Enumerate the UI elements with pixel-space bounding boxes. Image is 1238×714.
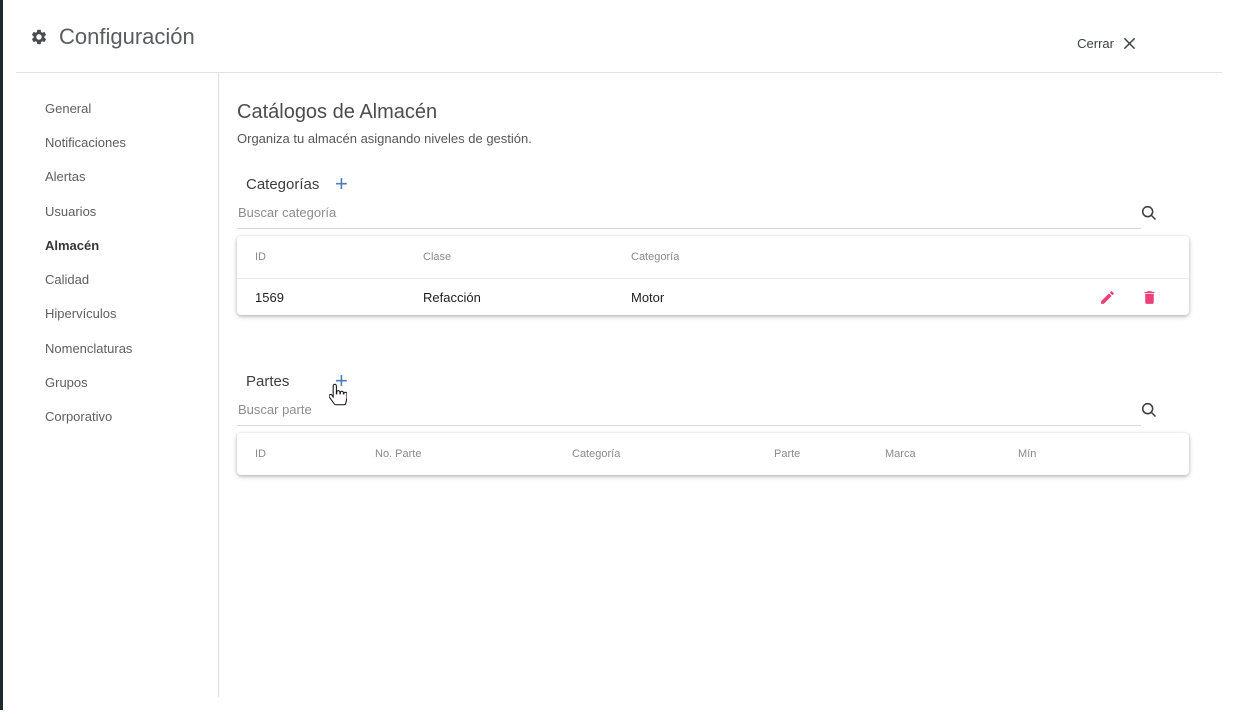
categorias-table: ID Clase Categoría 1569 Refacción Motor [237,236,1189,315]
close-icon [1123,37,1136,50]
partes-table-header: ID No. Parte Categoría Parte Marca Mín [237,433,1189,475]
sidebar-item-almacen[interactable]: Almacén [0,228,218,262]
table-row[interactable]: 1569 Refacción Motor [237,278,1189,315]
search-icon[interactable] [1141,205,1157,221]
section-partes-header: Partes + [237,369,1190,393]
main-content: Catálogos de Almacén Organiza tu almacén… [237,73,1190,475]
delete-icon[interactable] [1141,289,1158,306]
settings-sidebar: General Notificaciones Alertas Usuarios … [0,73,219,697]
col-categoria: Categoría [572,448,774,460]
col-marca: Marca [885,448,1018,460]
sidebar-item-calidad[interactable]: Calidad [0,262,218,296]
col-parte: Parte [774,448,885,460]
app-header: Configuración Cerrar [0,0,1238,73]
add-categoria-button[interactable]: + [335,174,348,194]
sidebar-item-nomenclaturas[interactable]: Nomenclaturas [0,331,218,365]
close-button-label: Cerrar [1077,36,1114,51]
sidebar-item-general[interactable]: General [0,91,218,125]
categoria-search-row [237,202,1190,230]
row-actions [1099,289,1189,306]
col-id: ID [255,448,375,460]
section-partes-title: Partes [246,373,335,390]
parte-search-row [237,399,1190,427]
edit-icon[interactable] [1099,289,1116,306]
parte-search-input[interactable] [237,399,1141,426]
content-subtitle: Organiza tu almacén asignando niveles de… [237,131,1190,146]
sidebar-item-alertas[interactable]: Alertas [0,160,218,194]
header-title-wrap: Configuración [30,24,195,50]
categoria-search-input[interactable] [237,202,1141,229]
sidebar-item-notificaciones[interactable]: Notificaciones [0,125,218,159]
search-icon[interactable] [1141,402,1157,418]
col-id: ID [255,251,423,263]
content-title: Catálogos de Almacén [237,101,1190,124]
partes-table: ID No. Parte Categoría Parte Marca Mín [237,433,1189,475]
col-no-parte: No. Parte [375,448,572,460]
page-title: Configuración [59,24,195,50]
sidebar-item-grupos[interactable]: Grupos [0,365,218,399]
cell-clase: Refacción [423,290,631,305]
categorias-table-header: ID Clase Categoría [237,236,1189,278]
cell-categoria: Motor [631,290,664,305]
cell-id: 1569 [255,290,423,305]
close-button[interactable]: Cerrar [1077,36,1136,51]
gear-icon [30,28,48,46]
section-categorias-header: Categorías + [237,172,1190,196]
sidebar-item-usuarios[interactable]: Usuarios [0,194,218,228]
sidebar-item-corporativo[interactable]: Corporativo [0,400,218,434]
col-categoria: Categoría [631,251,1189,263]
col-min: Mín [1018,448,1189,460]
col-clase: Clase [423,251,631,263]
section-categorias-title: Categorías [246,176,335,193]
sidebar-item-hiperviculos[interactable]: Hipervículos [0,297,218,331]
